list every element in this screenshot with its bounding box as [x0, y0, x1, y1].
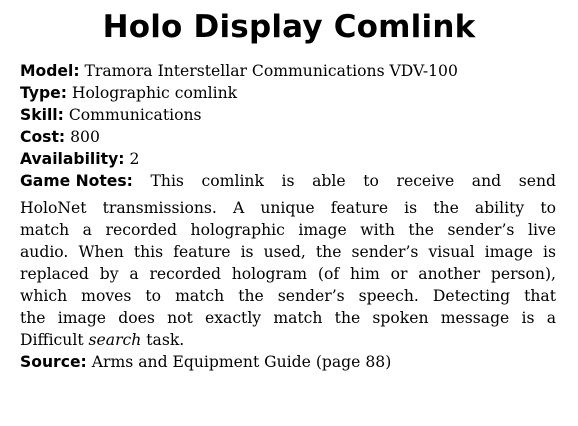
notes-word: able — [312, 172, 346, 190]
notes-word: is — [281, 172, 295, 190]
notes-line: the image does not exactly match the spo… — [20, 309, 556, 327]
cost-row: Cost: 800 — [20, 126, 556, 148]
skill-row: Skill: Communications — [20, 104, 556, 126]
notes-line: audio. When this feature is used, the se… — [20, 243, 556, 261]
type-value: Holographic comlink — [71, 84, 238, 102]
notes-word: receive — [396, 172, 455, 190]
cost-label: Cost: — [20, 128, 66, 146]
source-row: Source: Arms and Equipment Guide (page 8… — [20, 351, 556, 373]
notes-search-term: search — [88, 331, 142, 349]
model-row: Model: Tramora Interstellar Communicatio… — [20, 60, 556, 82]
notes-line: which moves to match the sender’s speech… — [20, 287, 556, 305]
type-label: Type: — [20, 84, 67, 102]
equipment-entry: Holo Display Comlink Model: Tramora Inte… — [0, 0, 578, 426]
availability-value: 2 — [129, 150, 140, 168]
model-value: Tramora Interstellar Communications VDV-… — [84, 62, 458, 80]
notes-word: This — [150, 172, 184, 190]
notes-last-pre: Difficult — [20, 331, 89, 349]
availability-label: Availability: — [20, 150, 125, 168]
game-notes-first-line: Game Notes: This comlink is able to rece… — [20, 170, 556, 192]
notes-line: HoloNet transmissions. A unique feature … — [20, 199, 556, 217]
skill-label: Skill: — [20, 106, 64, 124]
model-label: Model: — [20, 62, 80, 80]
source-label: Source: — [20, 353, 87, 371]
source-value: Arms and Equipment Guide (page 88) — [91, 353, 392, 371]
availability-row: Availability: 2 — [20, 148, 556, 170]
entry-body: Model: Tramora Interstellar Communicatio… — [20, 60, 556, 373]
notes-word: send — [518, 172, 556, 190]
game-notes-label: Game Notes: — [20, 172, 133, 190]
cost-value: 800 — [70, 128, 100, 146]
notes-last-post: task. — [141, 331, 185, 349]
skill-value: Communications — [68, 106, 202, 124]
notes-word: comlink — [201, 172, 264, 190]
notes-line: replaced by a recorded hologram (of him … — [20, 265, 556, 283]
notes-line: match a recorded holographic image with … — [20, 221, 556, 239]
notes-word: to — [363, 172, 379, 190]
notes-last-line: Difficult search task. — [20, 329, 556, 351]
game-notes-text: HoloNet transmissions. A unique feature … — [20, 197, 556, 351]
type-row: Type: Holographic comlink — [20, 82, 556, 104]
notes-word: and — [471, 172, 502, 190]
entry-title: Holo Display Comlink — [102, 9, 476, 45]
